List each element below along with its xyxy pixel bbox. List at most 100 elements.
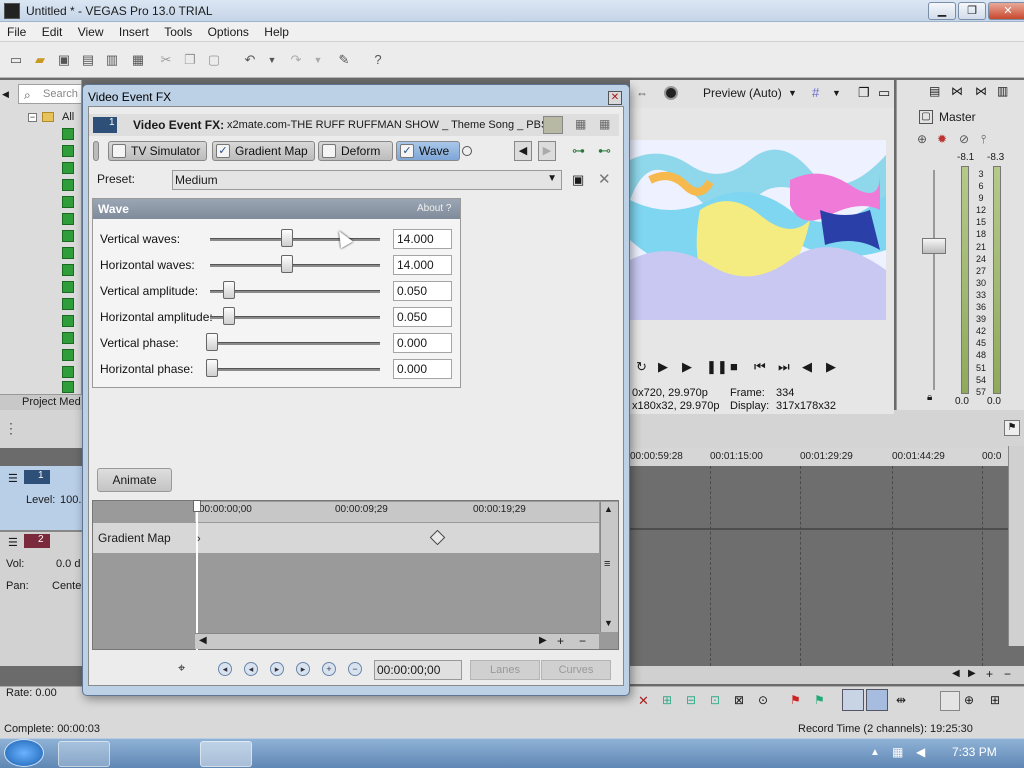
media-bin-icon[interactable] bbox=[62, 179, 74, 191]
loop-icon[interactable]: ↻ bbox=[636, 359, 647, 375]
envelope-tool-icon[interactable] bbox=[866, 689, 888, 711]
chevron-down-icon[interactable]: ▼ bbox=[832, 88, 841, 98]
keyframe-ruler[interactable]: 00:00:00;00 00:00:09;29 00:00:19;29 bbox=[195, 502, 599, 522]
master-meter-icon[interactable]: ▥ bbox=[997, 84, 1008, 98]
solo-icon[interactable]: ⫯ bbox=[981, 132, 986, 147]
redo-icon[interactable]: ↷ bbox=[286, 50, 306, 70]
menu-edit[interactable]: Edit bbox=[35, 22, 68, 39]
preview-mode-select[interactable]: Preview (Auto) bbox=[703, 86, 782, 100]
scroll-grip-icon[interactable]: ≡ bbox=[604, 558, 610, 570]
save-as-icon[interactable]: ▤ bbox=[78, 50, 98, 70]
crossfade-icon[interactable]: ⊕ bbox=[964, 693, 974, 707]
plugin-chain-toggle-icon[interactable] bbox=[543, 116, 563, 134]
chain-left-icon[interactable]: ◀ bbox=[514, 141, 532, 161]
lanes-tab[interactable]: Lanes bbox=[470, 660, 540, 680]
taskbar-explorer[interactable] bbox=[114, 741, 166, 767]
play-from-start-icon[interactable]: ▶ bbox=[658, 359, 668, 375]
chain-checkbox[interactable] bbox=[322, 144, 336, 158]
tree-collapse-icon[interactable]: − bbox=[28, 113, 37, 122]
zoom-in-icon[interactable]: + bbox=[557, 634, 564, 648]
scroll-down-icon[interactable]: ▼ bbox=[604, 618, 613, 628]
media-bin-icon[interactable] bbox=[62, 128, 74, 140]
menu-tools[interactable]: Tools bbox=[157, 22, 197, 39]
media-bin-icon[interactable] bbox=[62, 366, 74, 378]
taskbar-vegas[interactable] bbox=[200, 741, 252, 767]
dialog-close-button[interactable]: ✕ bbox=[608, 91, 622, 105]
save-snapshot-icon[interactable]: ▭ bbox=[878, 85, 890, 101]
param-value-input[interactable]: 0.000 bbox=[393, 359, 452, 379]
next-keyframe-icon[interactable]: ▸ bbox=[270, 662, 284, 676]
chain-deform[interactable]: Deform bbox=[318, 141, 394, 161]
overlays-icon[interactable]: # bbox=[812, 85, 819, 100]
scroll-left-icon[interactable]: ◀ bbox=[952, 668, 960, 679]
redo-dropdown-icon[interactable]: ▼ bbox=[308, 50, 328, 70]
menu-view[interactable]: View bbox=[71, 22, 109, 39]
add-plugin-icon[interactable]: ⊶ bbox=[572, 143, 585, 159]
volume-icon[interactable]: ◀ bbox=[916, 745, 925, 759]
about-link[interactable]: About ? bbox=[417, 203, 451, 214]
undo-icon[interactable]: ↶ bbox=[240, 50, 260, 70]
copy-snapshot-icon[interactable]: ❐ bbox=[858, 85, 870, 101]
next-frame-icon[interactable]: ▶ bbox=[826, 359, 836, 375]
param-value-input[interactable]: 14.000 bbox=[393, 229, 452, 249]
chain-checkbox[interactable] bbox=[112, 144, 126, 158]
keyframe-marker-icon[interactable]: › bbox=[197, 533, 201, 545]
auto-ripple-icon[interactable] bbox=[940, 691, 960, 711]
paste-icon[interactable]: ▢ bbox=[204, 50, 224, 70]
param-slider-track[interactable] bbox=[210, 264, 380, 267]
menu-file[interactable]: File bbox=[0, 22, 31, 39]
trim-start-icon[interactable]: ⊟ bbox=[686, 693, 696, 707]
delete-keyframe-icon[interactable]: − bbox=[348, 662, 362, 676]
scroll-right-icon[interactable]: ▶ bbox=[968, 668, 976, 679]
last-keyframe-icon[interactable]: ▸ bbox=[296, 662, 310, 676]
menu-insert[interactable]: Insert bbox=[112, 22, 154, 39]
save-icon[interactable]: ▣ bbox=[54, 50, 74, 70]
save-preset-icon[interactable]: ▣ bbox=[572, 172, 584, 188]
master-fx-icon[interactable]: ✹ bbox=[937, 132, 947, 146]
minimize-button[interactable]: ▁ bbox=[928, 2, 956, 20]
cut-icon[interactable]: ✂ bbox=[156, 50, 176, 70]
pane-scroll-icon[interactable]: ◀ bbox=[2, 84, 16, 104]
param-value-input[interactable]: 14.000 bbox=[393, 255, 452, 275]
trim-end-icon[interactable]: ⊡ bbox=[710, 693, 720, 707]
taskbar-internet-explorer[interactable] bbox=[58, 741, 110, 767]
selection-tool-icon[interactable]: ⇹ bbox=[896, 693, 906, 707]
copy-icon[interactable]: ❐ bbox=[180, 50, 200, 70]
remove-plugin-icon[interactable]: ⊷ bbox=[598, 143, 611, 159]
properties-icon[interactable]: ▦ bbox=[128, 50, 148, 70]
chain-checkbox[interactable]: ✓ bbox=[216, 144, 230, 158]
start-button[interactable] bbox=[4, 739, 44, 767]
param-slider-thumb[interactable] bbox=[281, 229, 293, 247]
media-bin-icon[interactable] bbox=[62, 196, 74, 208]
preview-quality-icon[interactable] bbox=[664, 86, 678, 100]
track-menu-icon[interactable]: ☰ bbox=[8, 472, 18, 485]
whats-this-icon[interactable]: ? bbox=[368, 50, 388, 70]
param-slider-track[interactable] bbox=[210, 342, 380, 345]
drag-handle-icon[interactable]: ⋮ bbox=[4, 420, 18, 437]
system-clock[interactable]: 7:33 PM bbox=[952, 745, 997, 759]
preset-select[interactable]: Medium ▼ bbox=[172, 170, 562, 190]
keyframe-time-input[interactable]: 00:00:00;00 bbox=[374, 660, 462, 680]
curves-tab[interactable]: Curves bbox=[541, 660, 611, 680]
param-slider-thumb[interactable] bbox=[223, 307, 235, 325]
media-bin-icon[interactable] bbox=[62, 264, 74, 276]
insert-marker-icon[interactable]: ⚑ bbox=[790, 693, 801, 707]
project-media-tab[interactable]: Project Med bbox=[0, 394, 82, 410]
param-value-input[interactable]: 0.050 bbox=[393, 281, 452, 301]
new-file-icon[interactable]: ▭ bbox=[6, 50, 26, 70]
param-slider-thumb[interactable] bbox=[206, 333, 218, 351]
media-bin-icon[interactable] bbox=[62, 213, 74, 225]
undo-dropdown-icon[interactable]: ▼ bbox=[262, 50, 282, 70]
close-button[interactable]: ✕ bbox=[988, 2, 1024, 20]
master-fader-thumb[interactable] bbox=[922, 238, 946, 254]
tray-expand-icon[interactable]: ▲ bbox=[870, 747, 880, 758]
first-keyframe-icon[interactable]: ◂ bbox=[218, 662, 232, 676]
menu-options[interactable]: Options bbox=[201, 22, 254, 39]
open-folder-icon[interactable]: ▰ bbox=[30, 50, 50, 70]
media-bin-icon[interactable] bbox=[62, 230, 74, 242]
split-screen-icon[interactable]: ⇔ bbox=[636, 86, 648, 100]
stop-icon[interactable]: ■ bbox=[730, 359, 738, 374]
add-keyframe-icon[interactable]: + bbox=[322, 662, 336, 676]
timeline-tracks[interactable] bbox=[630, 446, 1024, 666]
chain-checkbox[interactable]: ✓ bbox=[400, 144, 414, 158]
